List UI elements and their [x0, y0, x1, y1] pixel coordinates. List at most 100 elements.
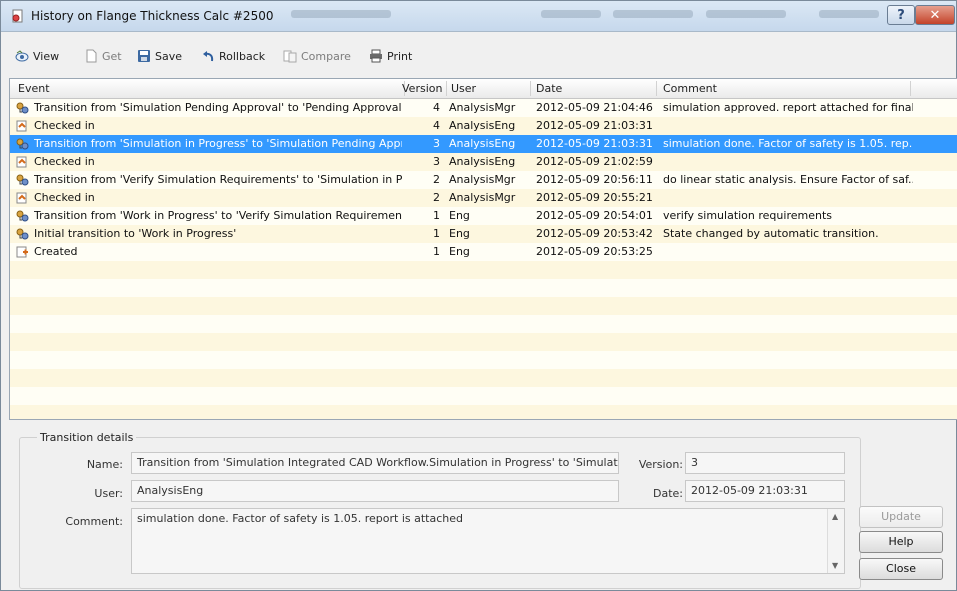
table-row[interactable]: Created 1 Eng 2012-05-09 20:53:25	[10, 243, 957, 261]
column-header-version[interactable]: Version	[402, 82, 442, 95]
scroll-down-arrow-icon[interactable]: ▼	[832, 561, 838, 570]
comment-label: Comment:	[65, 515, 123, 528]
compare-button[interactable]: Compare	[283, 49, 351, 63]
comment-text: simulation done. Factor of safety is 1.0…	[137, 512, 464, 525]
version-cell: 4	[433, 119, 440, 132]
rollback-label: Rollback	[219, 49, 266, 63]
version-cell: 3	[433, 155, 440, 168]
event-cell: Checked in	[34, 191, 95, 204]
printer-icon	[370, 49, 382, 63]
title-bar[interactable]: History on Flange Thickness Calc #2500 ?…	[1, 1, 956, 32]
user-cell: AnalysisMgr	[449, 191, 516, 204]
blurred-background-text	[706, 10, 786, 18]
event-cell: Checked in	[34, 155, 95, 168]
rollback-arrow-icon	[203, 51, 214, 62]
scroll-up-arrow-icon[interactable]: ▲	[832, 512, 838, 521]
checkin-icon	[16, 120, 29, 132]
get-button[interactable]: Get	[84, 49, 122, 63]
date-cell: 2012-05-09 20:55:21	[536, 191, 653, 204]
transition-icon	[16, 210, 29, 222]
get-label: Get	[102, 49, 122, 63]
date-cell: 2012-05-09 20:54:01	[536, 209, 653, 222]
blurred-background-text	[613, 10, 693, 18]
transition-details-panel: Transition details Name: Transition from…	[9, 427, 950, 590]
title-help-button[interactable]: ?	[887, 5, 915, 25]
date-label: Date:	[653, 487, 683, 500]
table-row[interactable]: Checked in 2 AnalysisMgr 2012-05-09 20:55:2…	[10, 189, 957, 207]
event-cell: Transition from 'Simulation Pending Appr…	[34, 101, 402, 114]
document-history-icon	[12, 9, 23, 23]
event-cell: Transition from 'Work in Progress' to 'V…	[34, 209, 402, 222]
transition-icon	[16, 138, 29, 150]
table-row[interactable]: Checked in 4 AnalysisEng 2012-05-09 21:03:3…	[10, 117, 957, 135]
comment-field[interactable]: simulation done. Factor of safety is 1.0…	[131, 508, 845, 574]
version-cell: 1	[433, 227, 440, 240]
save-disk-icon	[138, 50, 150, 62]
table-row[interactable]: Checked in 3 AnalysisEng 2012-05-09 21:02:5…	[10, 153, 957, 171]
event-cell: Transition from 'Simulation in Progress'…	[34, 137, 402, 150]
date-cell: 2012-05-09 21:03:31	[536, 119, 653, 132]
title-close-button[interactable]: ✕	[915, 5, 955, 25]
comment-cell: do linear static analysis. Ensure Factor…	[663, 173, 913, 186]
checkin-icon	[16, 192, 29, 204]
column-header-user[interactable]: User	[451, 82, 476, 95]
comment-scrollbar[interactable]: ▲ ▼	[827, 509, 844, 573]
date-cell: 2012-05-09 20:53:25	[536, 245, 653, 258]
rollback-button[interactable]: Rollback	[201, 49, 265, 63]
user-cell: AnalysisMgr	[449, 101, 516, 114]
version-cell: 3	[433, 137, 440, 150]
checkin-icon	[16, 156, 29, 168]
comment-cell: verify simulation requirements	[663, 209, 832, 222]
user-field[interactable]: AnalysisEng	[131, 480, 619, 502]
table-row[interactable]: Initial transition to 'Work in Progress'…	[10, 225, 957, 243]
date-cell: 2012-05-09 20:53:42	[536, 227, 653, 240]
table-header: Event Version User Date Comment	[10, 79, 957, 99]
window-title: History on Flange Thickness Calc #2500	[31, 9, 274, 23]
date-field[interactable]: 2012-05-09 21:03:31	[685, 480, 845, 502]
user-cell: Eng	[449, 227, 470, 240]
update-button[interactable]: Update	[859, 506, 943, 528]
history-dialog: History on Flange Thickness Calc #2500 ?…	[0, 0, 957, 591]
save-label: Save	[155, 49, 183, 63]
version-cell: 1	[433, 245, 440, 258]
version-cell: 2	[433, 173, 440, 186]
view-label: View	[33, 49, 60, 63]
column-header-date[interactable]: Date	[536, 82, 562, 95]
comment-cell: State changed by automatic transition.	[663, 227, 879, 240]
get-file-icon	[86, 49, 97, 63]
print-label: Print	[387, 49, 413, 63]
name-field[interactable]: Transition from 'Simulation Integrated C…	[131, 452, 619, 474]
version-field[interactable]: 3	[685, 452, 845, 474]
history-table: Event Version User Date Comment Transiti…	[9, 78, 957, 420]
blurred-background-text	[819, 10, 879, 18]
empty-row	[10, 261, 957, 279]
date-cell: 2012-05-09 21:04:46	[536, 101, 653, 114]
save-button[interactable]: Save	[137, 49, 182, 63]
transition-icon	[16, 174, 29, 186]
close-button[interactable]: Close	[859, 558, 943, 580]
user-label: User:	[94, 487, 123, 500]
event-cell: Checked in	[34, 119, 95, 132]
user-cell: Eng	[449, 209, 470, 222]
toolbar: View Get Save Rollback Compare Print	[1, 46, 956, 68]
table-row[interactable]: Transition from 'Simulation Pending Appr…	[10, 99, 957, 117]
help-button[interactable]: Help	[859, 531, 943, 553]
user-cell: AnalysisEng	[449, 119, 516, 132]
event-cell: Initial transition to 'Work in Progress'	[34, 227, 237, 240]
event-cell: Created	[34, 245, 78, 258]
view-icon	[15, 50, 29, 62]
column-header-event[interactable]: Event	[18, 82, 50, 95]
date-cell: 2012-05-09 21:03:31	[536, 137, 653, 150]
column-header-comment[interactable]: Comment	[663, 82, 717, 95]
compare-label: Compare	[301, 49, 351, 63]
comment-cell: simulation approved. report attached for…	[663, 101, 913, 114]
comment-cell: simulation done. Factor of safety is 1.0…	[663, 137, 913, 150]
table-row[interactable]: Transition from 'Simulation in Progress'…	[10, 135, 957, 153]
print-button[interactable]: Print	[369, 49, 412, 63]
view-button[interactable]: View	[15, 49, 59, 63]
transition-icon	[16, 228, 29, 240]
table-row[interactable]: Transition from 'Work in Progress' to 'V…	[10, 207, 957, 225]
table-row[interactable]: Transition from 'Verify Simulation Requi…	[10, 171, 957, 189]
empty-row	[10, 297, 957, 315]
created-icon	[16, 246, 29, 258]
